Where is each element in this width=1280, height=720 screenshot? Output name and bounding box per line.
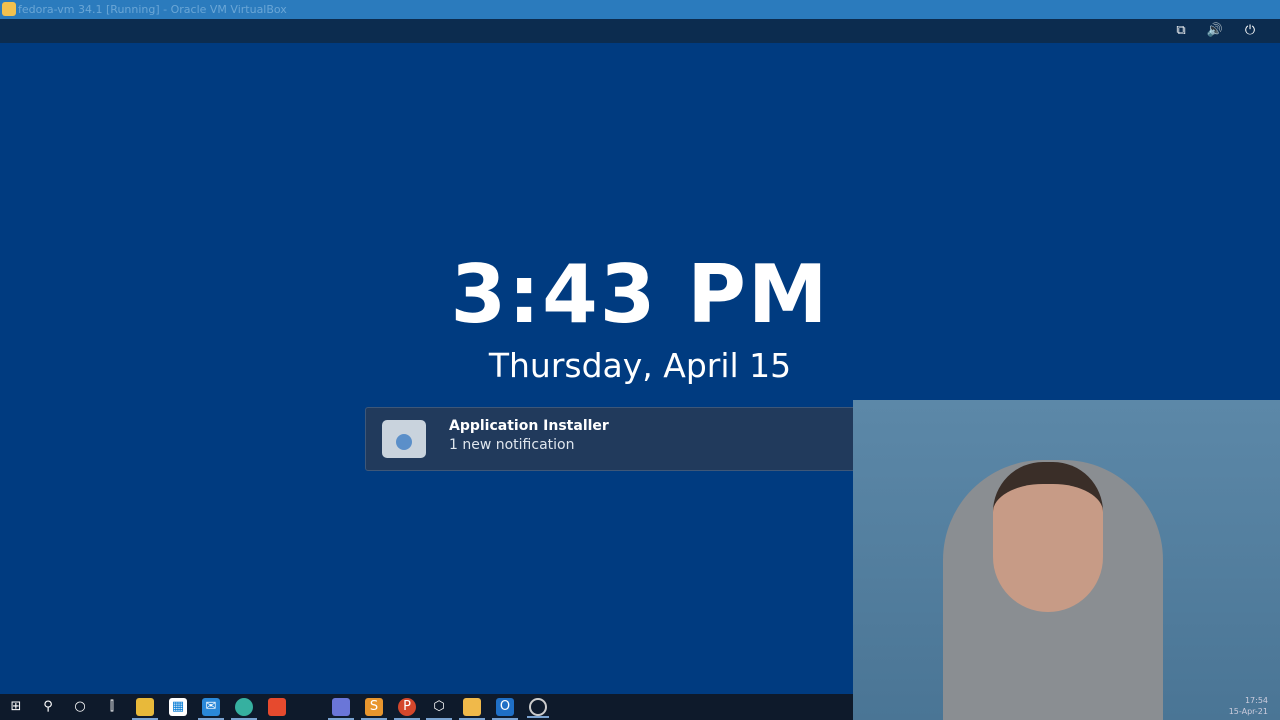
notification-card[interactable]: Application Installer 1 new notification [365, 407, 897, 471]
cortana-icon[interactable]: ○ [71, 698, 89, 716]
system-clock[interactable]: 17:54 15-Apr-21 [1229, 695, 1268, 717]
window-titlebar[interactable]: fedora-vm 34.1 [Running] - Oracle VM Vir… [0, 0, 1280, 19]
windows-taskbar: ⊞ ⚲ ○ ⫿ ▦ ✉ S P ⬡ O [0, 694, 853, 720]
power-menu-icon[interactable]: ⏻ [1240, 23, 1260, 39]
virtualbox-icon [2, 2, 16, 16]
browser-icon[interactable] [231, 698, 257, 720]
store-icon[interactable]: ▦ [169, 698, 187, 716]
virtualbox-icon[interactable] [459, 698, 485, 720]
start-icon[interactable]: ⊞ [7, 698, 25, 716]
lock-clock: 3:43 PM [450, 248, 830, 341]
file-explorer-icon[interactable] [132, 698, 158, 720]
virtualbox-3d-icon[interactable]: ⬡ [426, 698, 452, 720]
gnome-top-bar: ⧉ 🔊 ⏻ [0, 19, 1280, 43]
powerpoint-icon[interactable]: P [394, 698, 420, 720]
volume-icon[interactable]: 🔊 [1205, 23, 1225, 39]
task-view-icon[interactable]: ⫿ [103, 698, 121, 716]
notification-subtitle: 1 new notification [449, 437, 575, 453]
discord-icon[interactable] [328, 698, 354, 720]
obs-icon[interactable] [527, 698, 549, 718]
software-bag-icon [382, 420, 426, 458]
presenter-head [993, 462, 1103, 612]
webcam-overlay [853, 400, 1280, 720]
sublime-text-icon[interactable]: S [361, 698, 387, 720]
window-title: fedora-vm 34.1 [Running] - Oracle VM Vir… [18, 3, 287, 16]
outlook-icon[interactable]: O [492, 698, 518, 720]
brave-icon[interactable] [268, 698, 286, 716]
network-icon[interactable]: ⧉ [1171, 23, 1191, 39]
search-icon[interactable]: ⚲ [39, 698, 57, 716]
lock-date: Thursday, April 15 [488, 346, 792, 385]
system-date: 15-Apr-21 [1228, 707, 1268, 716]
notification-title: Application Installer [449, 418, 609, 434]
mail-icon[interactable]: ✉ [198, 698, 224, 720]
system-time: 17:54 [1244, 696, 1268, 705]
